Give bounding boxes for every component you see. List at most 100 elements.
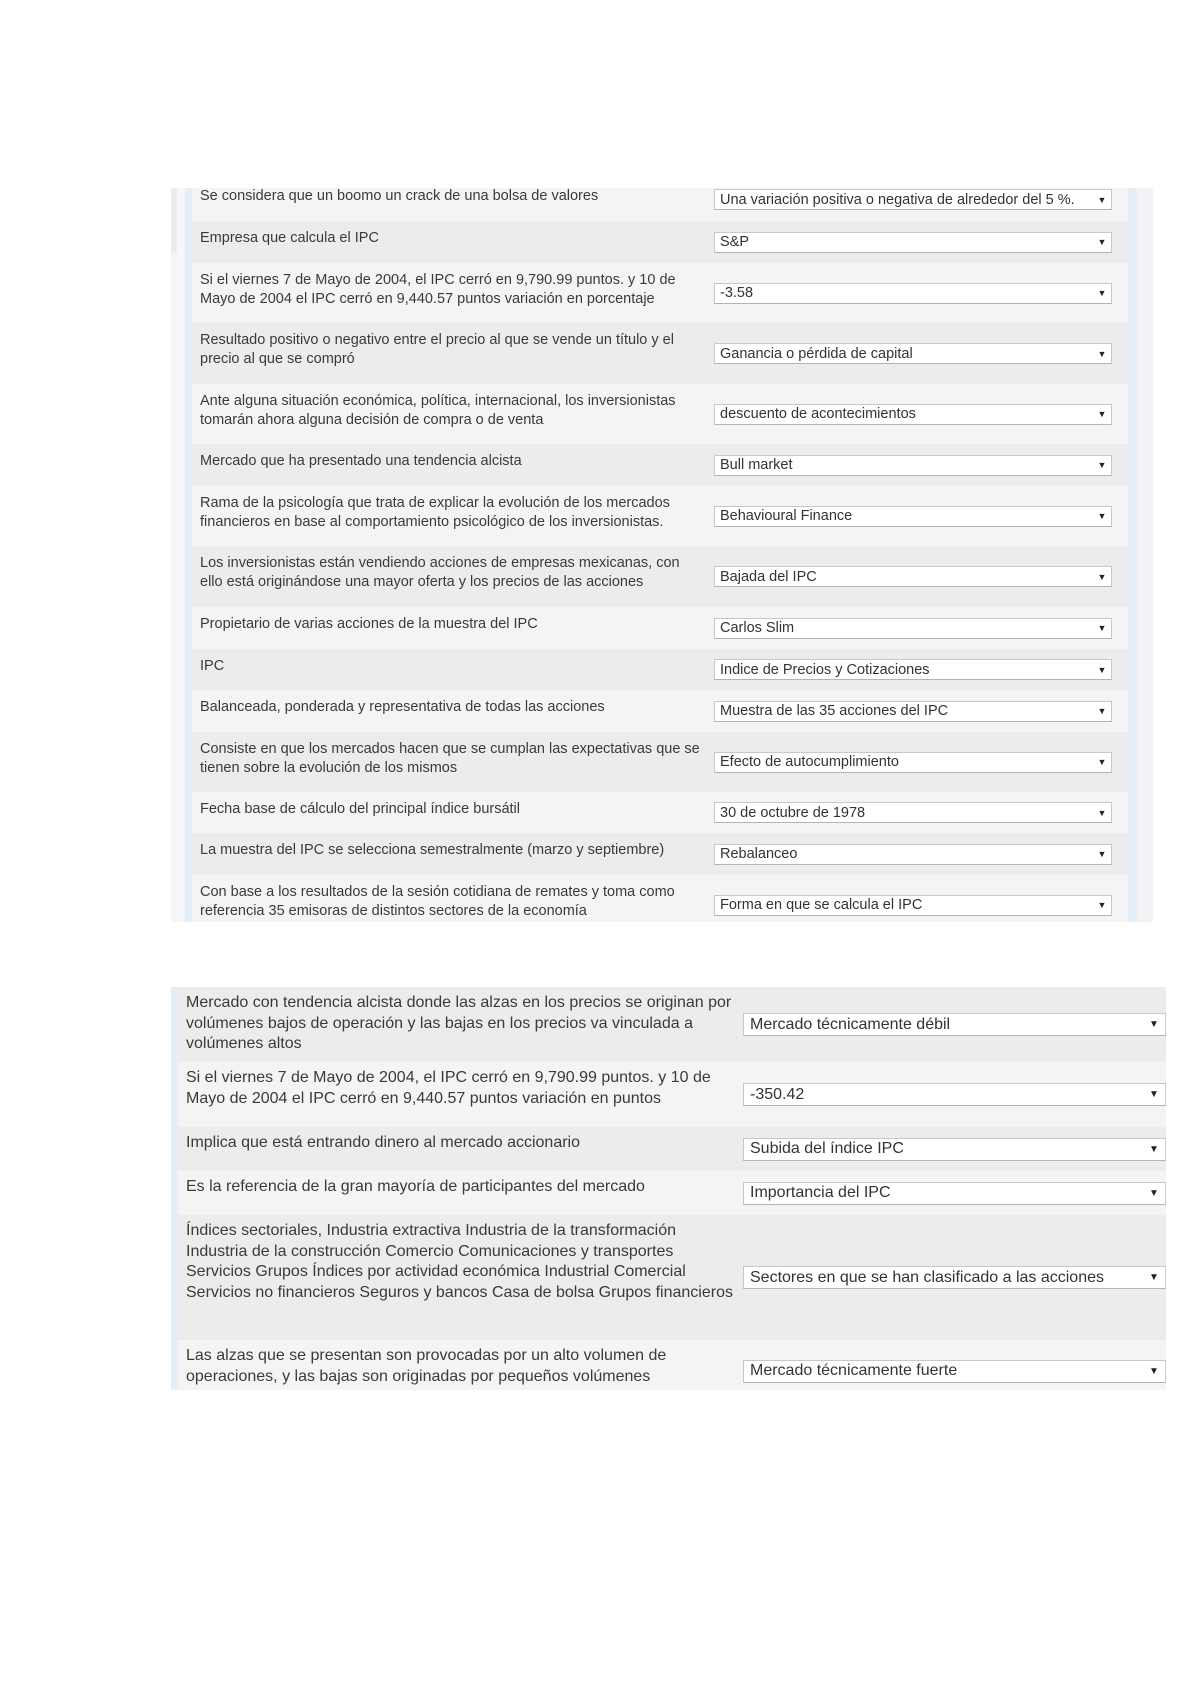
answer-selected-value: Efecto de autocumplimiento: [720, 754, 899, 770]
answer-selected-value: Bajada del IPC: [720, 568, 817, 585]
answer-dropdown[interactable]: S&P ▼: [714, 231, 1112, 253]
chevron-down-icon: ▼: [1097, 664, 1107, 675]
answer-selected-value: Rebalanceo: [720, 846, 798, 862]
question-text: Con base a los resultados de la sesión c…: [200, 884, 675, 919]
question-text: IPC: [200, 658, 225, 674]
question-text: Fecha base de cálculo del principal índi…: [200, 801, 520, 817]
answer-dropdown[interactable]: Carlos Slim ▼: [714, 617, 1112, 639]
answer-dropdown[interactable]: Rebalanceo ▼: [714, 843, 1112, 865]
answer-selected-value: descuento de acontecimientos: [720, 406, 916, 422]
question-row: Mercado que ha presentado una tendencia …: [192, 444, 1128, 486]
answer-dropdown[interactable]: Behavioural Finance ▼: [714, 505, 1112, 527]
question-row: Índices sectoriales, Industria extractiv…: [178, 1215, 1166, 1340]
answer-selected-value: Forma en que se calcula el IPC: [720, 897, 923, 913]
question-text: Las alzas que se presentan son provocada…: [186, 1347, 667, 1385]
chevron-down-icon: ▼: [1097, 288, 1107, 298]
question-text: Se considera que un boomo un crack de un…: [200, 188, 599, 204]
answer-dropdown[interactable]: Mercado técnicamente débil ▼: [743, 1013, 1166, 1036]
answer-dropdown[interactable]: Efecto de autocumplimiento ▼: [714, 751, 1112, 773]
chevron-down-icon: ▼: [1097, 194, 1107, 205]
chevron-down-icon: ▼: [1097, 237, 1107, 247]
question-row: Con base a los resultados de la sesión c…: [192, 875, 1128, 922]
question-row: Rama de la psicología que trata de expli…: [192, 486, 1128, 546]
answer-dropdown[interactable]: -3.58 ▼: [714, 282, 1112, 304]
answer-selected-value: Mercado técnicamente débil: [750, 1015, 951, 1033]
answer-dropdown[interactable]: Mercado técnicamente fuerte ▼: [743, 1359, 1166, 1383]
panel-right-edge: [1137, 188, 1153, 922]
chevron-down-icon: ▼: [1097, 409, 1107, 419]
question-text: Propietario de varias acciones de la mue…: [200, 616, 538, 632]
question-row: Empresa que calcula el IPC S&P ▼: [192, 221, 1128, 263]
chevron-down-icon: ▼: [1097, 511, 1107, 521]
answer-dropdown[interactable]: Importancia del IPC ▼: [743, 1181, 1166, 1205]
answer-dropdown[interactable]: Muestra de las 35 acciones del IPC ▼: [714, 700, 1112, 722]
question-text: Resultado positivo o negativo entre el p…: [200, 332, 674, 367]
question-text: Si el viernes 7 de Mayo de 2004, el IPC …: [186, 1069, 711, 1107]
question-row: Los inversionistas están vendiendo accio…: [192, 546, 1128, 607]
answer-selected-value: Una variación positiva o negativa de alr…: [720, 191, 1075, 208]
chevron-down-icon: ▼: [1149, 1365, 1159, 1377]
question-row: Balanceada, ponderada y representativa d…: [192, 690, 1128, 732]
answer-dropdown[interactable]: Forma en que se calcula el IPC ▼: [714, 894, 1112, 916]
answer-selected-value: Sectores en que se han clasificado a las…: [750, 1268, 1104, 1286]
panel-right-accent: [1128, 188, 1137, 922]
question-text: Empresa que calcula el IPC: [200, 230, 379, 246]
answer-selected-value: Carlos Slim: [720, 620, 795, 636]
question-row: Implica que está entrando dinero al merc…: [178, 1127, 1166, 1171]
answer-dropdown[interactable]: Ganancia o pérdida de capital ▼: [714, 343, 1112, 364]
question-text: Si el viernes 7 de Mayo de 2004, el IPC …: [200, 272, 676, 307]
matching-quiz-panel-2: Mercado con tendencia alcista donde las …: [171, 987, 1166, 1390]
answer-dropdown[interactable]: Indice de Precios y Cotizaciones ▼: [714, 659, 1112, 680]
question-list: Mercado con tendencia alcista donde las …: [178, 987, 1166, 1390]
answer-dropdown[interactable]: Bull market ▼: [714, 454, 1112, 476]
question-row: Si el viernes 7 de Mayo de 2004, el IPC …: [192, 263, 1128, 323]
answer-selected-value: Mercado técnicamente fuerte: [750, 1362, 958, 1379]
answer-selected-value: Muestra de las 35 acciones del IPC: [720, 703, 949, 719]
answer-dropdown[interactable]: Subida del índice IPC ▼: [743, 1137, 1166, 1161]
panel-gap: [177, 188, 185, 922]
answer-dropdown[interactable]: Bajada del IPC ▼: [714, 566, 1112, 587]
answer-selected-value: -350.42: [750, 1085, 805, 1103]
answer-selected-value: Indice de Precios y Cotizaciones: [720, 661, 930, 678]
panel-left-accent: [185, 188, 192, 922]
chevron-down-icon: ▼: [1149, 1187, 1159, 1199]
chevron-down-icon: ▼: [1097, 571, 1107, 582]
question-text: Índices sectoriales, Industria extractiv…: [186, 1222, 733, 1301]
question-text: Mercado con tendencia alcista donde las …: [186, 994, 732, 1052]
question-row: Propietario de varias acciones de la mue…: [192, 607, 1128, 649]
chevron-down-icon: ▼: [1097, 849, 1107, 859]
matching-quiz-panel-1: Se considera que un boomo un crack de un…: [171, 188, 1153, 922]
answer-selected-value: Importancia del IPC: [750, 1184, 891, 1201]
chevron-down-icon: ▼: [1097, 757, 1107, 767]
chevron-down-icon: ▼: [1149, 1019, 1159, 1030]
answer-selected-value: 30 de octubre de 1978: [720, 804, 866, 821]
chevron-down-icon: ▼: [1097, 706, 1107, 716]
chevron-down-icon: ▼: [1097, 623, 1107, 633]
answer-selected-value: Subida del índice IPC: [750, 1140, 904, 1157]
answer-selected-value: Bull market: [720, 457, 793, 473]
answer-dropdown[interactable]: Sectores en que se han clasificado a las…: [743, 1266, 1166, 1289]
chevron-down-icon: ▼: [1097, 348, 1107, 359]
question-text: Rama de la psicología que trata de expli…: [200, 495, 670, 530]
question-row: La muestra del IPC se selecciona semestr…: [192, 833, 1128, 875]
chevron-down-icon: ▼: [1097, 460, 1107, 470]
question-row: Fecha base de cálculo del principal índi…: [192, 792, 1128, 833]
answer-selected-value: Behavioural Finance: [720, 508, 853, 524]
answer-dropdown[interactable]: descuento de acontecimientos ▼: [714, 403, 1112, 425]
question-text: Implica que está entrando dinero al merc…: [186, 1134, 581, 1151]
chevron-down-icon: ▼: [1149, 1089, 1159, 1100]
question-text: Los inversionistas están vendiendo accio…: [200, 555, 680, 590]
answer-dropdown[interactable]: Una variación positiva o negativa de alr…: [714, 189, 1112, 210]
answer-dropdown[interactable]: 30 de octubre de 1978 ▼: [714, 802, 1112, 823]
question-text: Consiste en que los mercados hacen que s…: [200, 741, 700, 776]
answer-dropdown[interactable]: -350.42 ▼: [743, 1083, 1166, 1106]
question-row: Se considera que un boomo un crack de un…: [192, 188, 1128, 221]
question-row: Consiste en que los mercados hacen que s…: [192, 732, 1128, 792]
question-row: Las alzas que se presentan son provocada…: [178, 1340, 1166, 1390]
question-row: Ante alguna situación económica, polític…: [192, 384, 1128, 444]
question-row: Resultado positivo o negativo entre el p…: [192, 323, 1128, 384]
answer-selected-value: Ganancia o pérdida de capital: [720, 345, 913, 362]
answer-selected-value: S&P: [720, 234, 750, 250]
question-text: Es la referencia de la gran mayoría de p…: [186, 1178, 645, 1195]
question-row: Mercado con tendencia alcista donde las …: [178, 987, 1166, 1062]
